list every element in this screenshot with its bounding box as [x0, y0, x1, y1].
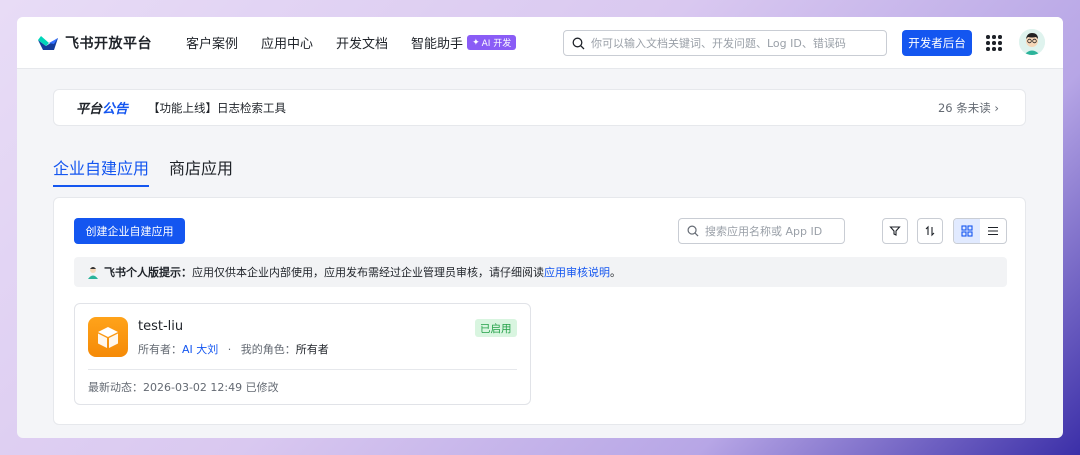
list-view-icon	[988, 226, 998, 236]
owner-label: 所有者：	[138, 343, 182, 356]
sparkle-icon: ✦	[472, 37, 480, 48]
app-meta: 所有者：AI 大刘 · 我的角色：所有者	[138, 341, 329, 357]
nav-dev-docs[interactable]: 开发文档	[336, 33, 388, 52]
search-icon	[687, 225, 699, 237]
notice-tail: 。	[610, 266, 621, 279]
grid-view-icon	[961, 225, 973, 237]
apps-grid-icon[interactable]	[986, 35, 1002, 51]
announcement-text[interactable]: 【功能上线】日志检索工具	[148, 100, 286, 116]
nav-app-center[interactable]: 应用中心	[261, 33, 313, 52]
brand-logo[interactable]: 飞书开放平台	[37, 33, 152, 53]
app-card[interactable]: test-liu 所有者：AI 大刘 · 我的角色：所有者 已启用 最新动态：2…	[74, 303, 531, 405]
tab-store-apps[interactable]: 商店应用	[169, 155, 233, 187]
tab-enterprise-apps[interactable]: 企业自建应用	[53, 155, 150, 187]
app-icon	[88, 317, 128, 357]
unread-count: 26 条未读	[937, 100, 991, 115]
app-window: 飞书开放平台 客户案例 应用中心 开发文档 智能助手 ✦ AI 开发 你可以输入…	[17, 17, 1063, 438]
personal-edition-notice: 飞书个人版提示： 应用仅供本企业内部使用，应用发布需经过企业管理员审核，请仔细阅…	[74, 257, 1007, 287]
user-avatar[interactable]	[1019, 29, 1045, 55]
announcement-title-highlight: 公告	[102, 102, 129, 117]
brand-name: 飞书开放平台	[65, 35, 152, 52]
top-nav: 飞书开放平台 客户案例 应用中心 开发文档 智能助手 ✦ AI 开发 你可以输入…	[17, 17, 1063, 69]
owner-name[interactable]: AI 大刘	[182, 343, 218, 356]
ai-badge: ✦ AI 开发	[467, 35, 517, 50]
box-icon	[98, 327, 118, 348]
app-type-tabs: 企业自建应用 商店应用	[53, 155, 233, 187]
role-value: 所有者	[295, 343, 329, 356]
list-view-button[interactable]	[980, 219, 1006, 243]
nav-assistant[interactable]: 智能助手 ✦ AI 开发	[411, 33, 517, 52]
nav-assistant-label: 智能助手	[411, 37, 464, 52]
filter-icon	[889, 226, 901, 236]
doc-search-input[interactable]: 你可以输入文档关键词、开发问题、Log ID、错误码	[563, 30, 887, 56]
person-icon	[88, 267, 98, 279]
announcement-title-prefix: 平台	[76, 102, 103, 117]
apps-panel: 创建企业自建应用 搜索应用名称或 App ID 飞书个人版提示： 应用仅供本企业…	[53, 197, 1026, 425]
filter-button[interactable]	[882, 218, 908, 244]
app-last-activity: 最新动态：2026-03-02 12:49 已修改	[88, 381, 279, 394]
notice-text: 应用仅供本企业内部使用，应用发布需经过企业管理员审核，请仔细阅读	[192, 266, 544, 279]
review-guide-link[interactable]: 应用审核说明	[544, 264, 610, 280]
chevron-right-icon: ›	[994, 100, 999, 115]
search-icon	[572, 37, 585, 49]
role-label: 我的角色：	[240, 343, 296, 356]
divider	[88, 369, 517, 370]
app-search-input[interactable]: 搜索应用名称或 App ID	[678, 218, 845, 244]
notice-lead: 飞书个人版提示：	[104, 266, 192, 279]
sort-button[interactable]	[917, 218, 943, 244]
developer-console-button[interactable]: 开发者后台	[902, 30, 972, 56]
app-name[interactable]: test-liu	[138, 319, 183, 334]
unread-count-link[interactable]: 26 条未读 ›	[938, 100, 999, 116]
meta-separator: ·	[227, 343, 232, 356]
ai-badge-label: AI 开发	[481, 39, 512, 49]
avatar-icon	[1019, 29, 1045, 55]
doc-search-placeholder: 你可以输入文档关键词、开发问题、Log ID、错误码	[591, 37, 846, 50]
status-badge: 已启用	[475, 319, 517, 337]
create-app-button[interactable]: 创建企业自建应用	[74, 218, 185, 244]
app-search-placeholder: 搜索应用名称或 App ID	[705, 225, 823, 238]
announcement-title: 平台公告	[76, 98, 128, 117]
view-toggle	[953, 218, 1007, 244]
feishu-logo-icon	[38, 35, 58, 50]
sort-icon	[925, 225, 935, 237]
nav-customer-cases[interactable]: 客户案例	[186, 33, 238, 52]
grid-view-button[interactable]	[954, 219, 980, 243]
announcement-bar[interactable]: 平台公告 【功能上线】日志检索工具 26 条未读 ›	[53, 89, 1026, 126]
